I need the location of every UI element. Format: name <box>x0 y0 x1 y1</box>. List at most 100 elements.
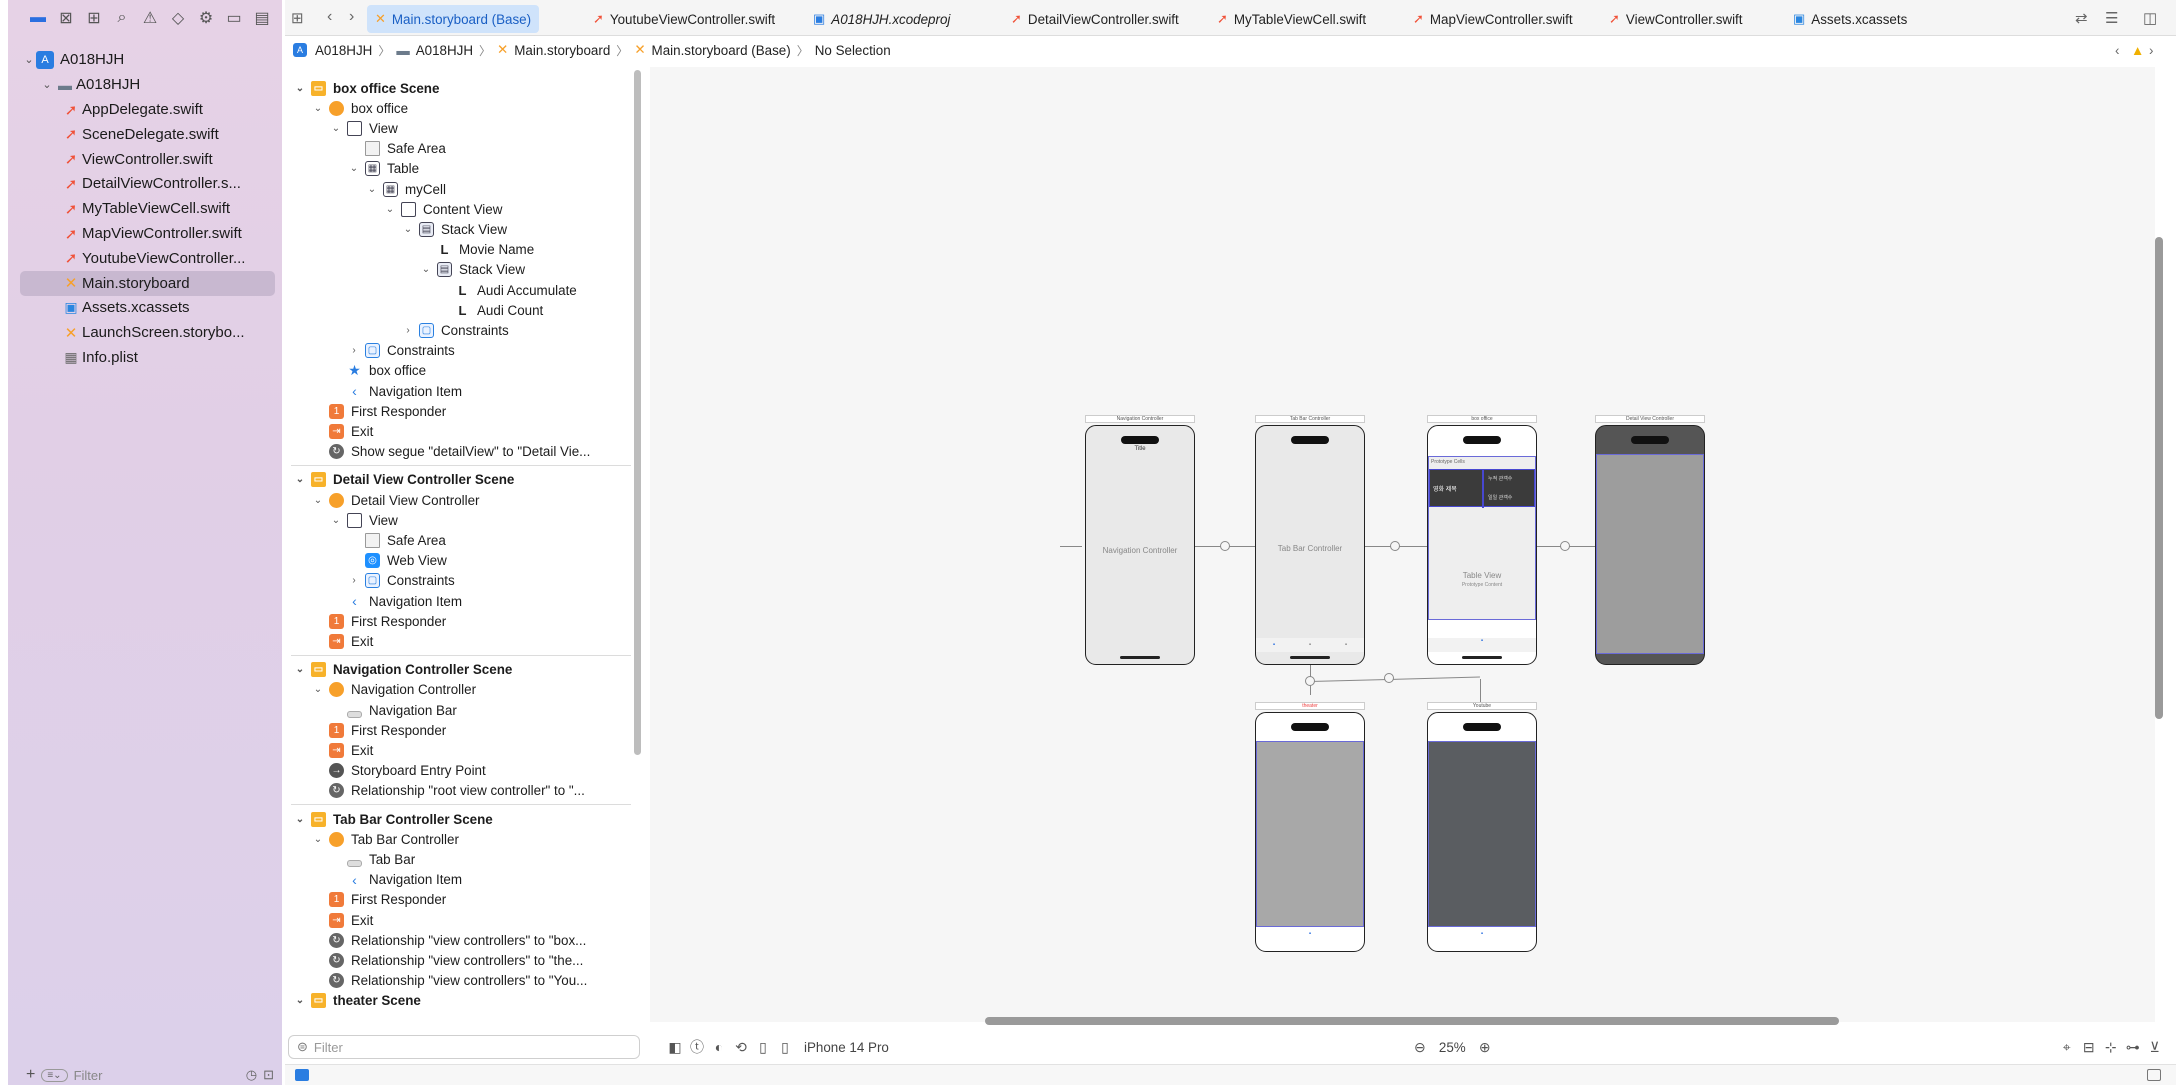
editor-options-icon[interactable]: ☰ <box>2105 9 2118 27</box>
file-row[interactable]: ➚ SceneDelegate.swift <box>8 122 282 147</box>
forward-icon[interactable]: › <box>349 8 354 26</box>
outline-scene-row[interactable]: ⌄ ▭ Navigation Controller Scene <box>293 660 512 680</box>
outline-row[interactable]: ⌄ Tab Bar Controller <box>311 829 459 849</box>
outline-row[interactable]: ⌄ Content View <box>383 199 502 219</box>
chevron-down-icon[interactable]: ⌄ <box>347 163 361 174</box>
outline-row[interactable]: ⇥ Exit <box>311 631 373 651</box>
outline-row[interactable]: ⌄ Navigation Controller <box>311 680 476 700</box>
file-row[interactable]: ➚ ViewController.swift <box>8 147 282 172</box>
box-office-frame[interactable]: Prototype Cells 영화 제목 누적 관객수 일일 관객수 Tabl… <box>1427 425 1537 665</box>
editor-tab[interactable]: ➚ ViewController.swift <box>1601 5 1751 33</box>
outline-row[interactable]: Navigation Bar <box>329 700 457 720</box>
segue-dot[interactable] <box>1560 541 1570 551</box>
grid-icon[interactable]: ⊞ <box>291 9 304 27</box>
chevron-down-icon[interactable]: ⌄ <box>293 83 307 94</box>
chevron-down-icon[interactable]: ⌄ <box>329 123 343 134</box>
chevron-down-icon[interactable]: ⌄ <box>383 204 397 215</box>
file-row[interactable]: ➚ DetailViewController.s... <box>8 171 282 196</box>
outline-row[interactable]: ‹ Navigation Item <box>329 870 462 890</box>
file-row[interactable]: ➚ MapViewController.swift <box>8 221 282 246</box>
outline-row[interactable]: 1 First Responder <box>311 720 446 740</box>
outline-row[interactable]: ⌄ Detail View Controller <box>311 490 480 510</box>
jump-file[interactable]: Main.storyboard <box>514 43 610 58</box>
editor-tab[interactable]: ➚ YoutubeViewController.swift <box>585 5 783 33</box>
file-row[interactable]: ✕ Main.storyboard <box>20 270 275 296</box>
outline-scene-row[interactable]: ⌄ ▭ Detail View Controller Scene <box>293 470 514 490</box>
canvas-vertical-scrollbar[interactable] <box>2155 237 2163 719</box>
chevron-down-icon[interactable]: ⌄ <box>401 224 415 235</box>
file-row[interactable]: ➚ YoutubeViewController... <box>8 246 282 271</box>
zoom-level[interactable]: 25% <box>1439 1040 1466 1055</box>
add-icon[interactable]: + <box>26 1066 35 1084</box>
editor-tab[interactable]: ➚ MapViewController.swift <box>1405 5 1581 33</box>
tab-bar-controller-frame[interactable]: Tab Bar Controller ▪ ▪ ▪ <box>1255 425 1365 665</box>
warning-icon[interactable]: ▲ <box>2131 43 2144 58</box>
segue-dot[interactable] <box>1305 676 1315 686</box>
canvas-horizontal-scrollbar[interactable] <box>985 1017 1839 1025</box>
device-selector[interactable]: iPhone 14 Pro <box>804 1040 889 1055</box>
outline-row[interactable]: › ▢ Constraints <box>401 320 509 340</box>
outline-row[interactable]: ★ box office <box>329 361 426 381</box>
outline-row[interactable]: ⌄ ▤ Stack View <box>401 219 507 239</box>
outline-row[interactable]: 1 First Responder <box>311 611 446 631</box>
editor-tab[interactable]: ▣ A018HJH.xcodeproj <box>805 5 958 33</box>
outline-row[interactable]: ↻ Relationship "view controllers" to "box… <box>311 930 586 950</box>
nav-scene-title[interactable]: Navigation Controller <box>1085 415 1195 423</box>
report-icon[interactable]: ▤ <box>252 8 272 28</box>
chevron-right-icon[interactable]: › <box>401 325 415 336</box>
jump-selection[interactable]: No Selection <box>815 43 891 58</box>
segue-dot[interactable] <box>1390 541 1400 551</box>
segue-dot[interactable] <box>1384 673 1394 683</box>
jump-localization[interactable]: Main.storyboard (Base) <box>652 43 791 58</box>
outline-filter[interactable]: ⊜ Filter <box>288 1035 640 1059</box>
zoom-in-icon[interactable]: ⊕ <box>1474 1039 1496 1056</box>
outline-row[interactable]: 1 First Responder <box>311 401 446 421</box>
chevron-right-icon[interactable]: › <box>347 575 361 586</box>
outline-row[interactable]: ⌄ View <box>329 510 398 530</box>
web-scene-title[interactable]: Detail View Controller <box>1595 415 1705 423</box>
file-row[interactable]: ➚ AppDelegate.swift <box>8 97 282 122</box>
file-row[interactable]: ➚ MyTableViewCell.swift <box>8 196 282 221</box>
youtube-frame[interactable]: ▪ <box>1427 712 1537 952</box>
filter-menu-icon[interactable]: ≡⌄ <box>41 1068 68 1082</box>
editor-tab[interactable]: ▣ Assets.xcassets <box>1785 5 1915 33</box>
chevron-down-icon[interactable]: ⌄ <box>311 684 325 695</box>
outline-row[interactable]: ⌄ ▤ Stack View <box>419 260 525 280</box>
chevron-right-icon[interactable]: › <box>2149 43 2153 58</box>
outline-row[interactable]: Safe Area <box>347 139 446 159</box>
outline-row[interactable]: L Audi Count <box>437 300 544 320</box>
debug-icon[interactable]: ⚙ <box>196 8 216 28</box>
outline-scrollbar[interactable] <box>634 70 641 755</box>
project-row[interactable]: ⌄ A A018HJH <box>8 47 282 72</box>
outline-row[interactable]: 1 First Responder <box>311 890 446 910</box>
chevron-down-icon[interactable]: ⌄ <box>293 814 307 825</box>
symbol-icon[interactable]: ⊞ <box>84 8 104 28</box>
theater-frame[interactable]: ▪ <box>1255 712 1365 952</box>
embed-icon[interactable]: ⊻ <box>2144 1039 2166 1056</box>
jump-project[interactable]: A018HJH <box>315 43 372 58</box>
outline-row[interactable]: → Storyboard Entry Point <box>311 761 486 781</box>
chevron-down-icon[interactable]: ⌄ <box>329 515 343 526</box>
outline-scene-row[interactable]: ⌄ ▭ theater Scene <box>293 991 421 1011</box>
file-row[interactable]: ▣ Assets.xcassets <box>8 295 282 320</box>
editor-tab[interactable]: ✕ Main.storyboard (Base) <box>367 5 540 33</box>
tab-scene-title[interactable]: Tab Bar Controller <box>1255 415 1365 423</box>
outline-scene-row[interactable]: ⌄ ▭ box office Scene <box>293 78 439 98</box>
breakpoint-icon[interactable]: ▭ <box>224 8 244 28</box>
outline-row[interactable]: Tab Bar <box>329 849 415 869</box>
segue-dot[interactable] <box>1220 541 1230 551</box>
align-icon[interactable]: ⊟ <box>2078 1039 2100 1056</box>
outline-row[interactable]: ⌄ ▦ myCell <box>365 179 446 199</box>
group-row[interactable]: ⌄ ▬ A018HJH <box>8 72 282 97</box>
pin-icon[interactable]: ⊹ <box>2100 1039 2122 1056</box>
outline-row[interactable]: ⌄ View <box>329 118 398 138</box>
chevron-down-icon[interactable]: ⌄ <box>365 184 379 195</box>
outline-row[interactable]: ‹ Navigation Item <box>329 381 462 401</box>
outline-row[interactable]: ⇥ Exit <box>311 910 373 930</box>
chevron-left-icon[interactable]: ‹ <box>2115 43 2119 58</box>
chevron-down-icon[interactable]: ⌄ <box>22 53 36 66</box>
outline-row[interactable]: ↻ Relationship "view controllers" to "You… <box>311 971 587 991</box>
layout-icon[interactable]: ▯ <box>752 1039 774 1056</box>
youtube-scene-title[interactable]: Youtube <box>1427 702 1537 710</box>
update-frames-icon[interactable]: ⌖ <box>2056 1039 2078 1056</box>
